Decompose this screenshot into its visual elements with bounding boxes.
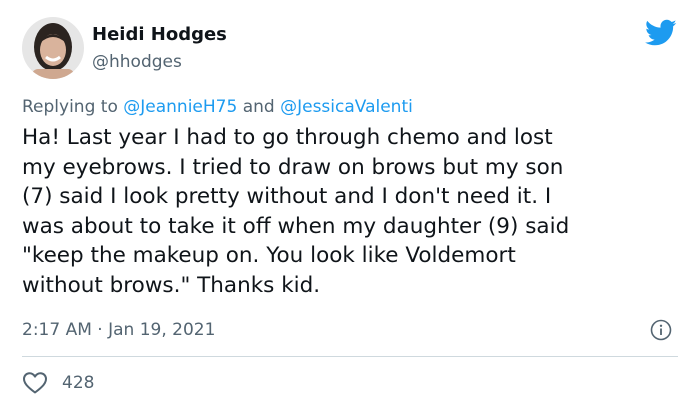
tweet-card: Heidi Hodges @hhodges Replying to @Jeann… <box>0 0 700 411</box>
avatar[interactable] <box>22 17 84 79</box>
replying-prefix: Replying to <box>22 97 118 117</box>
replying-conjunction: and <box>242 97 275 117</box>
twitter-bird-icon[interactable] <box>645 19 677 47</box>
tweet-timestamp: 2:17 AM · Jan 19, 2021 <box>22 319 215 341</box>
author-name[interactable]: Heidi Hodges <box>92 24 227 46</box>
tweet-text: Ha! Last year I had to go through chemo … <box>22 125 570 298</box>
info-icon[interactable] <box>650 319 672 341</box>
mention-link-2[interactable]: @JessicaValenti <box>280 97 413 117</box>
tweet-time[interactable]: 2:17 AM <box>22 320 92 340</box>
like-count: 428 <box>62 373 95 393</box>
heart-icon <box>23 372 47 394</box>
divider <box>22 356 678 357</box>
replying-to: Replying to @JeannieH75 and @JessicaVale… <box>22 96 413 118</box>
like-button[interactable]: 428 <box>22 370 94 396</box>
author-handle[interactable]: @hhodges <box>92 51 182 73</box>
mention-link-1[interactable]: @JeannieH75 <box>123 97 237 117</box>
meta-separator: · <box>97 320 103 340</box>
tweet-date[interactable]: Jan 19, 2021 <box>108 320 215 340</box>
